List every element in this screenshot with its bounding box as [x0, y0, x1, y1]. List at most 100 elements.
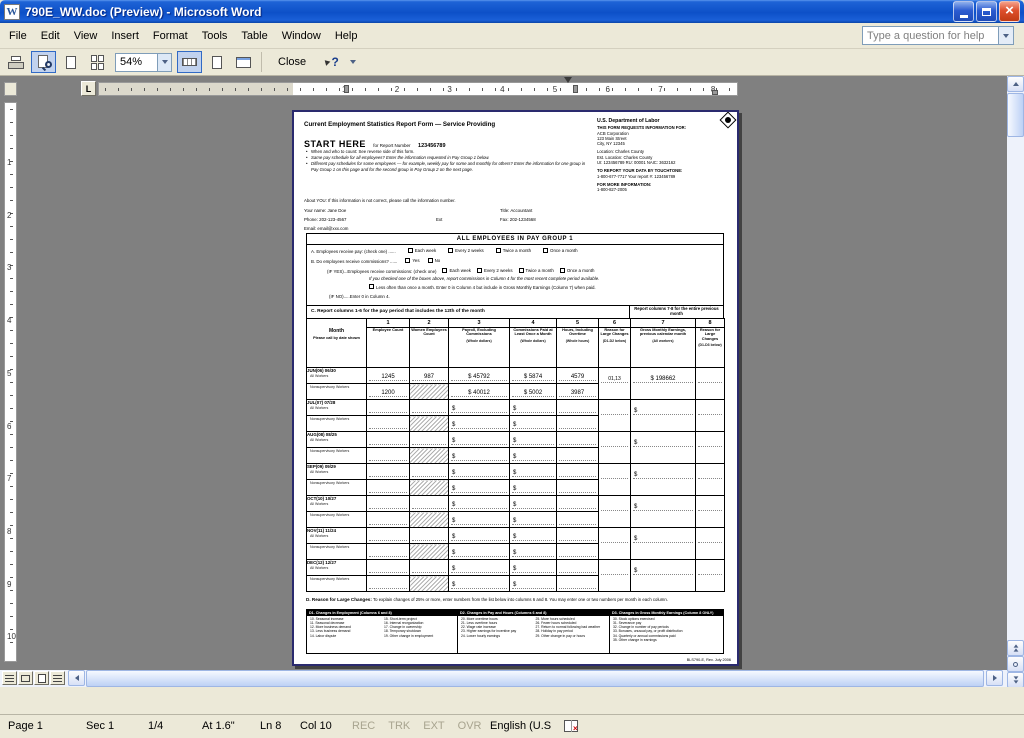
- menu-edit[interactable]: Edit: [34, 26, 67, 46]
- checkbox[interactable]: [560, 268, 565, 273]
- scroll-right-button[interactable]: [986, 670, 1003, 686]
- checkbox[interactable]: [477, 268, 482, 273]
- status-mode-ext: EXT: [423, 720, 444, 732]
- checkbox-option[interactable]: Twice a month: [519, 268, 554, 273]
- company-city: City, NY 12345: [597, 141, 735, 146]
- table-cell: [557, 528, 599, 544]
- checkbox[interactable]: [405, 258, 410, 263]
- checkbox-option[interactable]: Once a month: [560, 268, 595, 273]
- view-ruler-button[interactable]: [177, 51, 202, 73]
- table-cell: [557, 432, 599, 448]
- checkbox-option[interactable]: Each week: [442, 268, 470, 273]
- checkbox[interactable]: [496, 248, 501, 253]
- one-page-button[interactable]: [58, 51, 83, 73]
- table-cell: $: [449, 416, 510, 432]
- status-modes: RECTRKEXTOVR: [352, 720, 494, 732]
- menu-help[interactable]: Help: [328, 26, 365, 46]
- table-cell: [410, 432, 449, 448]
- checkbox[interactable]: [448, 248, 453, 253]
- right-indent-marker-icon[interactable]: [712, 90, 718, 95]
- menu-insert[interactable]: Insert: [104, 26, 146, 46]
- vertical-scrollbar[interactable]: [1007, 76, 1024, 707]
- chevron-down-icon[interactable]: [998, 27, 1013, 44]
- checkbox-option[interactable]: No: [428, 258, 441, 263]
- ruler-number: 6: [606, 85, 610, 94]
- checkbox-option[interactable]: Every 2 weeks: [448, 248, 484, 253]
- scroll-up-button[interactable]: [1007, 76, 1024, 92]
- checkbox[interactable]: [369, 284, 374, 289]
- left-indent-marker-icon[interactable]: [344, 85, 349, 93]
- menu-format[interactable]: Format: [146, 26, 195, 46]
- checkbox-option[interactable]: Yes: [405, 258, 419, 263]
- ruler-number: 2: [395, 85, 399, 94]
- horizontal-ruler[interactable]: 12345678: [98, 82, 738, 96]
- table-cell: [410, 464, 449, 480]
- table-cell: [557, 576, 599, 592]
- ruler-icon: [182, 58, 197, 66]
- normal-view-button[interactable]: [2, 671, 17, 685]
- checkbox-option[interactable]: Once a month: [543, 248, 578, 253]
- menu-window[interactable]: Window: [275, 26, 328, 46]
- hanging-indent-marker-icon[interactable]: [573, 85, 578, 93]
- checkbox[interactable]: [442, 268, 447, 273]
- document-page[interactable]: Current Employment Statistics Report For…: [292, 110, 739, 666]
- web-layout-view-button[interactable]: [18, 671, 33, 685]
- full-screen-button[interactable]: [231, 51, 256, 73]
- spelling-status-icon[interactable]: ×: [564, 718, 582, 735]
- toolbar-options-button[interactable]: [346, 51, 359, 73]
- checkbox-option[interactable]: Twice a month: [496, 248, 531, 253]
- vertical-scrollbar-thumb[interactable]: [1007, 93, 1024, 137]
- horizontal-scrollbar[interactable]: [0, 670, 1007, 687]
- menu-tools[interactable]: Tools: [195, 26, 235, 46]
- next-page-button[interactable]: [1007, 672, 1024, 688]
- status-mode-rec: REC: [352, 720, 375, 732]
- reason-code-item: 24. Lower hourly earnings: [461, 634, 532, 638]
- multiple-pages-button[interactable]: [85, 51, 110, 73]
- table-cell: $ 45792: [449, 368, 510, 384]
- menu-file[interactable]: File: [2, 26, 34, 46]
- zoom-combobox[interactable]: 54%: [115, 53, 172, 72]
- maximize-button[interactable]: [976, 1, 997, 22]
- close-button[interactable]: ×: [999, 1, 1020, 22]
- month-label-cell: JUN(06) 06/30All Workers: [307, 368, 367, 384]
- menu-table[interactable]: Table: [234, 26, 274, 46]
- print-button[interactable]: [4, 51, 29, 73]
- outline-view-button[interactable]: [50, 671, 65, 685]
- checkbox[interactable]: [543, 248, 548, 253]
- table-cell: [410, 576, 449, 592]
- table-cell: [557, 448, 599, 464]
- previous-page-button[interactable]: [1007, 640, 1024, 656]
- table-cell: [410, 384, 449, 400]
- help-button[interactable]: ?: [319, 51, 344, 73]
- horizontal-scrollbar-thumb[interactable]: [86, 670, 984, 687]
- title-bar[interactable]: W 790E_WW.doc (Preview) - Microsoft Word…: [0, 0, 1024, 23]
- section-c-right: Report columns 7-8 for the entire previo…: [630, 305, 724, 319]
- close-preview-button[interactable]: Close: [267, 52, 317, 72]
- checkbox-option[interactable]: Every 2 weeks: [477, 268, 513, 273]
- vertical-ruler[interactable]: 12345678910: [4, 102, 17, 662]
- select-browse-object-button[interactable]: [1007, 656, 1024, 672]
- question-help-combobox[interactable]: Type a question for help: [862, 26, 1014, 45]
- table-cell: $ 198662: [631, 368, 696, 400]
- tab-selector[interactable]: L: [81, 81, 96, 96]
- table-cell: $: [631, 432, 696, 464]
- section-c-left: C. Report columns 1-6 for the pay period…: [306, 305, 630, 319]
- scroll-left-button[interactable]: [68, 670, 85, 686]
- chevron-down-icon[interactable]: [157, 54, 171, 71]
- checkbox-option[interactable]: Each week: [408, 248, 436, 253]
- first-line-indent-marker-icon[interactable]: [564, 77, 572, 83]
- print-layout-view-button[interactable]: [34, 671, 49, 685]
- month-label-cell: SEP(09) 09/29All Workers: [307, 464, 367, 480]
- shrink-to-fit-button[interactable]: [204, 51, 229, 73]
- checkbox[interactable]: [428, 258, 433, 263]
- table-cell: [410, 560, 449, 576]
- checkbox[interactable]: [519, 268, 524, 273]
- menu-view[interactable]: View: [67, 26, 105, 46]
- table-cell: 987: [410, 368, 449, 384]
- magnifier-button[interactable]: [31, 51, 56, 73]
- checkbox[interactable]: [408, 248, 413, 253]
- table-cell: $: [631, 560, 696, 592]
- column-number: 8: [696, 319, 725, 328]
- table-cell: [557, 416, 599, 432]
- minimize-button[interactable]: [953, 1, 974, 22]
